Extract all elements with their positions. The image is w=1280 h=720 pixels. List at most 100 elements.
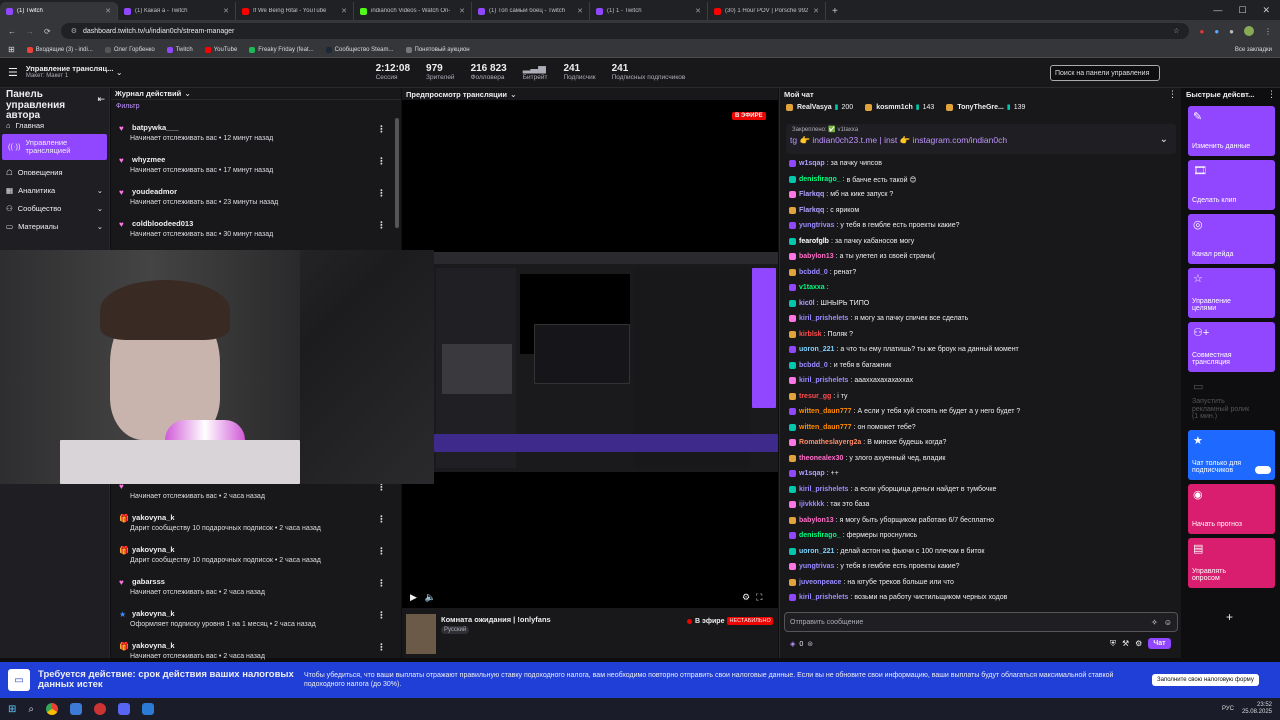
- collapse-sidebar-icon[interactable]: ⇤: [97, 94, 105, 105]
- fullscreen-icon[interactable]: ⛶: [756, 592, 762, 603]
- chat-message[interactable]: uoron_221: а что ты ему платишь? ты же бр…: [789, 346, 1019, 353]
- browser-tab[interactable]: (1) Какая а - Twitch ✕: [118, 2, 236, 20]
- browser-tab[interactable]: (1) 1 - Twitch ✕: [590, 2, 708, 20]
- more-options-icon[interactable]: ⋮: [377, 578, 386, 589]
- bookmark-item[interactable]: Олег Горбенко: [104, 46, 155, 53]
- chat-username[interactable]: Flarkqq: [799, 191, 824, 198]
- chat-username[interactable]: yungtrivas: [799, 563, 834, 570]
- chevron-down-icon[interactable]: ⌄: [510, 90, 517, 99]
- chrome-icon[interactable]: [46, 703, 58, 715]
- quick-action-1[interactable]: 🎞 Сделать клип: [1188, 160, 1275, 210]
- clock-time[interactable]: 23:52: [1257, 702, 1272, 709]
- sidebar-item-analytics[interactable]: ▦ Аналитика ⌄: [0, 181, 109, 199]
- quick-action-8[interactable]: ▤ Управлять опросом: [1188, 538, 1275, 588]
- chat-message[interactable]: fearofglb: за пачку кабаносов могу: [789, 237, 914, 245]
- chat-message[interactable]: Flarkqq: с яриком: [789, 206, 859, 214]
- chat-username[interactable]: w1sqap: [799, 160, 825, 167]
- chat-message[interactable]: Flarkqq: мб на кике запуск ?: [789, 191, 893, 198]
- chat-username[interactable]: v1taxxa: [799, 284, 825, 291]
- chat-username[interactable]: bcbdd_0: [799, 362, 828, 369]
- chat-message[interactable]: witten_daun777: А если у тебя хуй стоять …: [789, 408, 1020, 415]
- play-icon[interactable]: ▶: [410, 592, 417, 603]
- more-options-icon[interactable]: ⋮: [377, 188, 386, 199]
- chat-message[interactable]: bcbdd_0: ренат?: [789, 268, 856, 276]
- url-field[interactable]: ⚙ dashboard.twitch.tv/u/indian0ch/stream…: [60, 23, 1190, 39]
- chat-username[interactable]: kiril_prishelets: [799, 377, 848, 384]
- chat-message[interactable]: w1sqap: за пачку чипсов: [789, 160, 882, 167]
- chat-input[interactable]: Отправить сообщение ✧ ☺: [784, 612, 1178, 632]
- quick-actions-menu-icon[interactable]: ⋮: [1267, 89, 1276, 100]
- reload-icon[interactable]: ⟳: [44, 27, 51, 36]
- bookmark-item[interactable]: Twitch: [166, 46, 193, 53]
- quick-action-3[interactable]: ☆ Управление целями: [1188, 268, 1275, 318]
- chat-username[interactable]: w1sqap: [799, 470, 825, 477]
- site-info-icon[interactable]: ⚙: [71, 27, 77, 35]
- video-player[interactable]: В ЭФИРЕ ▶ 🔈 ⚙ ⛶: [0, 100, 778, 608]
- extension-icon[interactable]: ●: [1214, 27, 1219, 36]
- minimize-icon[interactable]: —: [1213, 5, 1222, 15]
- close-tab-icon[interactable]: ✕: [577, 7, 583, 15]
- search-icon[interactable]: ⌕: [28, 704, 34, 715]
- chat-message[interactable]: ijivkkkk: так это база: [789, 501, 869, 508]
- bookmark-star-icon[interactable]: ☆: [1173, 27, 1179, 35]
- chat-message[interactable]: bcbdd_0: и тебя в багажник: [789, 361, 891, 369]
- top-viewer[interactable]: TonyTheGre... ▮ 139: [946, 103, 1025, 111]
- activity-filter-link[interactable]: Фильтр: [111, 100, 401, 113]
- more-options-icon[interactable]: ⋮: [377, 156, 386, 167]
- hype-icon[interactable]: ⊛: [807, 640, 813, 648]
- top-viewer[interactable]: kosmm1ch ▮ 143: [865, 103, 934, 111]
- chat-username[interactable]: fearofglb: [799, 238, 829, 245]
- maximize-icon[interactable]: ☐: [1238, 5, 1246, 16]
- chat-username[interactable]: babylon13: [799, 253, 834, 260]
- chat-username[interactable]: bcbdd_0: [799, 269, 828, 276]
- channel-points-icon[interactable]: ◈: [790, 640, 795, 648]
- dashboard-search-input[interactable]: Поиск на панели управления: [1050, 65, 1160, 81]
- more-options-icon[interactable]: ⋮: [377, 514, 386, 525]
- chat-username[interactable]: yungtrivas: [799, 222, 834, 229]
- app-icon[interactable]: [142, 703, 154, 715]
- close-tab-icon[interactable]: ✕: [813, 7, 819, 15]
- more-options-icon[interactable]: ⋮: [377, 546, 386, 557]
- bookmark-item[interactable]: YouTube: [204, 46, 237, 53]
- windows-start-icon[interactable]: ⊞: [8, 704, 16, 715]
- top-viewer[interactable]: RealVasya ▮ 200: [786, 103, 853, 111]
- chat-send-button[interactable]: Чат: [1148, 638, 1171, 649]
- chat-username[interactable]: uoron_221: [799, 346, 834, 353]
- close-tab-icon[interactable]: ✕: [223, 7, 229, 15]
- chat-username[interactable]: witten_daun777: [799, 408, 852, 415]
- stream-language-tag[interactable]: Русский: [441, 626, 470, 634]
- chat-message[interactable]: theonealex30: у злого ахуенный чед, влади…: [789, 454, 945, 462]
- chat-username[interactable]: witten_daun777: [799, 424, 852, 431]
- app-icon[interactable]: [70, 703, 82, 715]
- chat-username[interactable]: theonealex30: [799, 455, 843, 462]
- bookmark-item[interactable]: Сообщество Steam...: [325, 46, 394, 53]
- app-icon[interactable]: [94, 703, 106, 715]
- chat-message[interactable]: babylon13: а ты улетел из своей страны(: [789, 253, 935, 260]
- settings-icon[interactable]: ⚙: [1135, 639, 1142, 648]
- chat-message[interactable]: w1sqap: ++: [789, 470, 839, 477]
- chat-message[interactable]: tresur_gg: і ту: [789, 392, 848, 400]
- emote-picker-icon[interactable]: ☺: [1164, 618, 1172, 627]
- sidebar-item-stream-manager[interactable]: ((·)) Управление трансляцией: [2, 134, 107, 160]
- chat-username[interactable]: kirblsk: [799, 331, 822, 338]
- close-tab-icon[interactable]: ✕: [341, 7, 347, 15]
- layout-chevron-down-icon[interactable]: ⌄: [116, 68, 123, 77]
- close-tab-icon[interactable]: ✕: [695, 7, 701, 15]
- volume-icon[interactable]: 🔈: [425, 592, 436, 603]
- bookmark-item[interactable]: Входящие (3) - indi...: [26, 46, 93, 53]
- sidebar-item-content[interactable]: ▭ Материалы ⌄: [0, 217, 109, 235]
- chat-username[interactable]: Romatheslayerg2a: [799, 439, 861, 446]
- quick-action-0[interactable]: ✎ Изменить данные: [1188, 106, 1275, 156]
- chat-message[interactable]: kic0l: ШНЫРЬ ТИПО: [789, 299, 869, 307]
- fill-tax-form-button[interactable]: Заполните свою налоговую форму: [1152, 674, 1259, 686]
- extension-icon[interactable]: ●: [1199, 27, 1204, 36]
- chat-message[interactable]: uoron_221: делай астон на фьючи с 100 пле…: [789, 547, 984, 555]
- close-tab-icon[interactable]: ✕: [459, 7, 465, 15]
- quick-action-4[interactable]: ⚇+ Совместная трансляция: [1188, 322, 1275, 372]
- chevron-down-icon[interactable]: ⌄: [1160, 134, 1168, 145]
- chat-username[interactable]: denisfirago_: [799, 532, 841, 539]
- browser-tab[interactable]: (1) Twitch ✕: [0, 2, 118, 20]
- browser-tab[interactable]: (1) Топ самый боец - Twitch ✕: [472, 2, 590, 20]
- chat-username[interactable]: Flarkqq: [799, 207, 824, 214]
- chat-username[interactable]: kiril_prishelets: [799, 486, 848, 493]
